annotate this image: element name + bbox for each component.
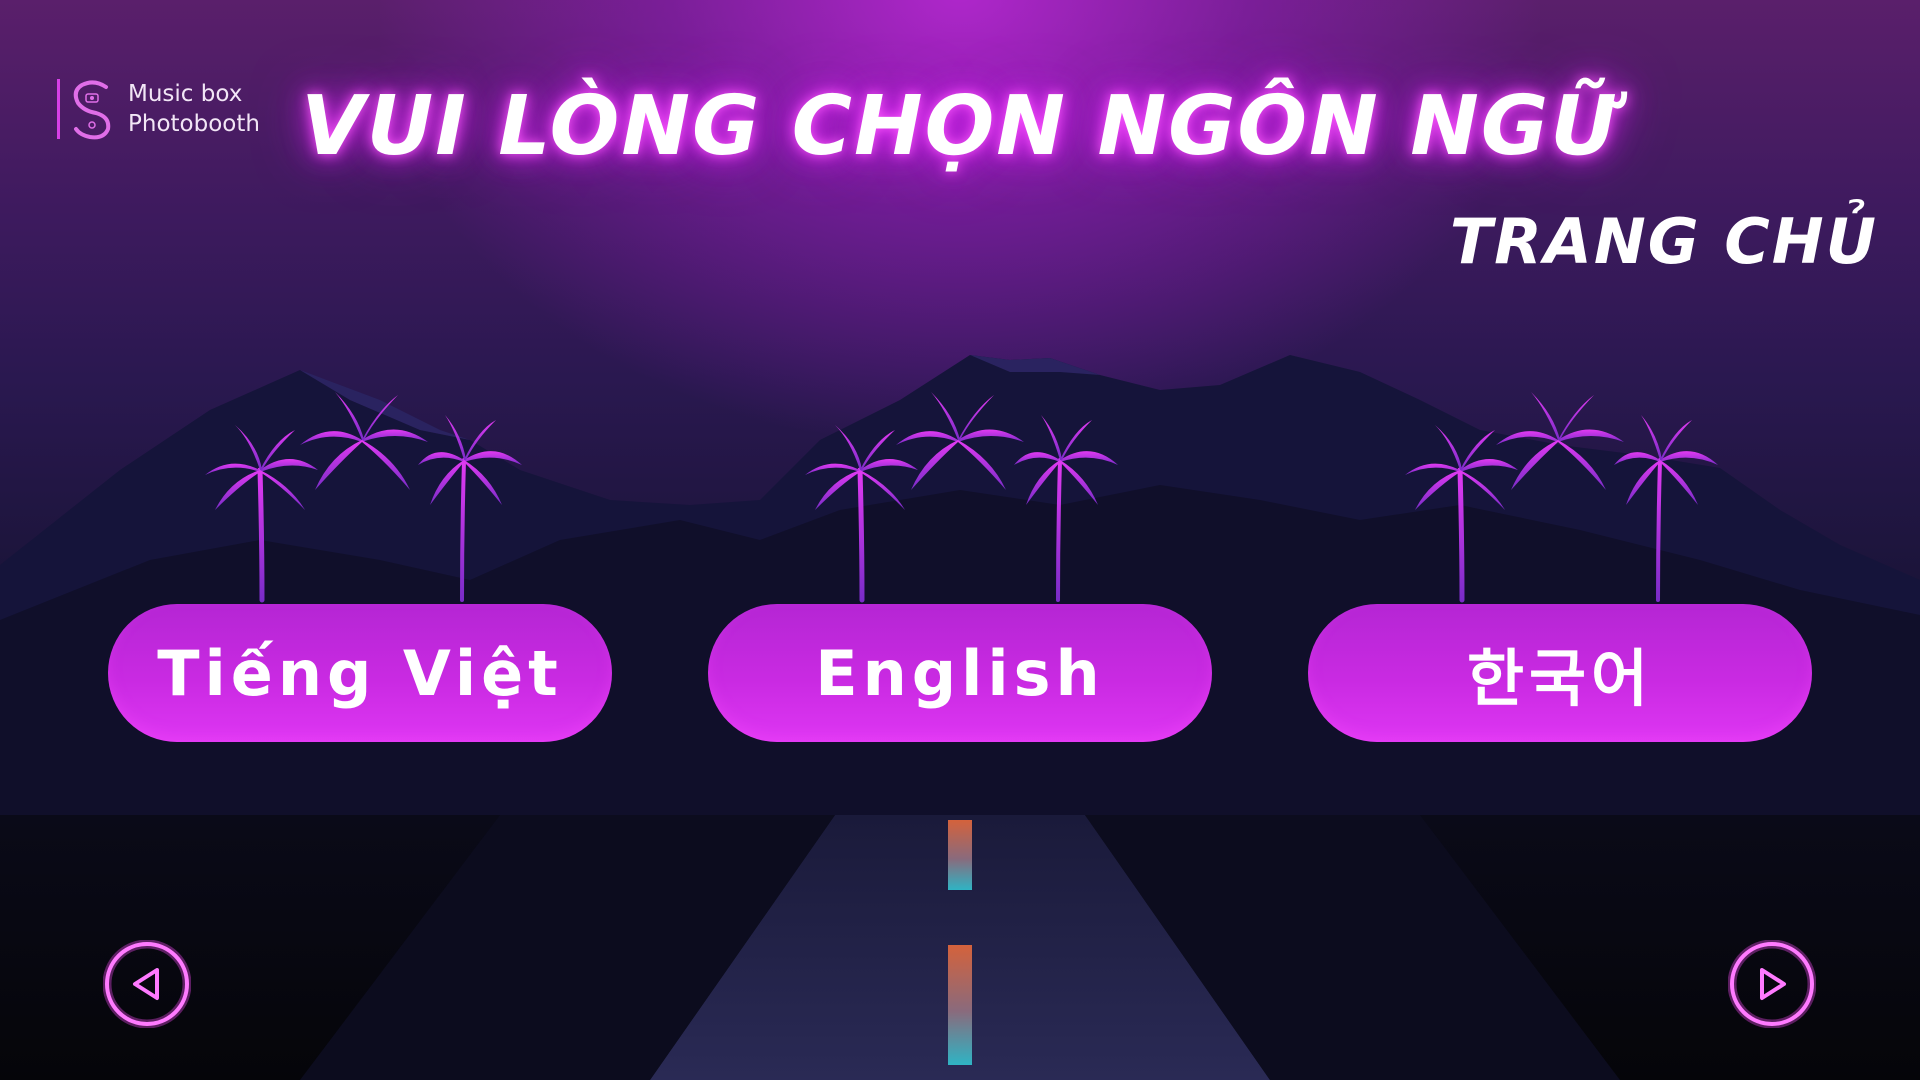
page-title: VUI LÒNG CHỌN NGÔN NGỮ — [301, 79, 1619, 174]
logo-divider — [57, 79, 60, 139]
home-button[interactable]: TRANG CHỦ — [1450, 202, 1878, 282]
logo-line-2: Photobooth — [128, 111, 260, 137]
road-stripe-2 — [948, 945, 972, 1065]
triangle-right-icon — [1727, 939, 1817, 1029]
next-button[interactable] — [1727, 939, 1817, 1029]
logo-text: Music box Photobooth — [128, 79, 260, 139]
logo-line-1: Music box — [128, 81, 243, 107]
triangle-left-icon — [102, 939, 192, 1029]
app-logo: Music box Photobooth — [57, 77, 260, 141]
road-stripe-1 — [948, 820, 972, 890]
language-button-korean[interactable]: 한국어 — [1308, 604, 1812, 742]
prev-button[interactable] — [102, 939, 192, 1029]
language-button-english[interactable]: English — [708, 604, 1212, 742]
language-button-vietnamese[interactable]: Tiếng Việt — [108, 604, 612, 742]
language-select-screen: Music box Photobooth VUI LÒNG CHỌN NGÔN … — [0, 0, 1920, 1080]
logo-s-icon — [73, 80, 111, 140]
